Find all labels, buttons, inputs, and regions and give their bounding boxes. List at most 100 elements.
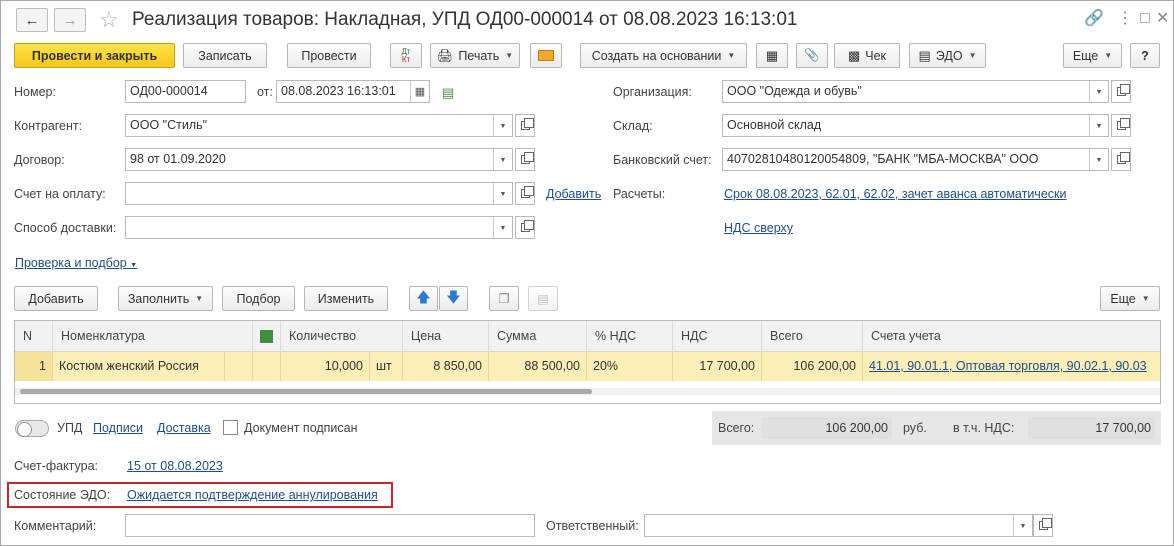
cell-n[interactable]: 1 [15,352,53,381]
edo-button[interactable]: ▤ ЭДО ▼ [909,43,986,68]
bank-account-field[interactable]: 40702810480120054809, "БАНК "МБА-МОСКВА"… [722,148,1109,171]
column-header-n[interactable]: N [15,321,53,352]
chevron-down-icon[interactable]: ▼ [1089,149,1108,170]
add-row-button[interactable]: Добавить [14,286,98,311]
cell-total[interactable]: 106 200,00 [762,352,863,381]
save-button[interactable]: Записать [183,43,267,68]
cell-quantity[interactable]: 10,000 [281,352,370,381]
open-bank-account-button[interactable] [1111,148,1131,171]
change-button[interactable]: Изменить [304,286,388,311]
cell-item[interactable]: Костюм женский Россия [53,352,225,381]
open-invoice-button[interactable] [515,182,535,205]
more-button[interactable]: Еще ▼ [1063,43,1122,68]
open-warehouse-button[interactable] [1111,114,1131,137]
dtkt-button[interactable]: Дт Кт [390,43,422,68]
warehouse-field[interactable]: Основной склад ▼ [722,114,1109,137]
edo-state-link[interactable]: Ожидается подтверждение аннулирования [127,488,378,502]
add-invoice-link[interactable]: Добавить [546,187,601,201]
post-and-close-button[interactable]: Провести и закрыть [14,43,175,68]
invoice-field[interactable]: ▼ [125,182,513,205]
print-button[interactable]: 🖨 Печать ▼ [430,43,520,68]
number-field[interactable]: ОД00-000014 [125,80,246,103]
cell-price[interactable]: 8 850,00 [403,352,489,381]
chevron-down-icon[interactable]: ▼ [1089,81,1108,102]
scrollbar-thumb[interactable] [20,389,592,394]
horizontal-scrollbar[interactable] [15,388,1160,395]
vat-mode-link[interactable]: НДС сверху [724,221,793,235]
calendar-icon[interactable]: ▦ [410,81,429,102]
chevron-down-icon: ▼ [968,51,977,60]
upd-toggle[interactable] [15,420,49,437]
close-icon[interactable]: ✕ [1156,10,1169,28]
signatures-link[interactable]: Подписи [93,421,143,435]
cell-item-extra[interactable] [225,352,253,381]
column-header-item[interactable]: Номенклатура [53,321,253,352]
open-responsible-button[interactable] [1033,514,1053,537]
chevron-down-icon[interactable]: ▼ [1013,515,1032,536]
attach-button[interactable]: 📎 [796,43,828,68]
open-organization-button[interactable] [1111,80,1131,103]
column-header-sum[interactable]: Сумма [489,321,587,352]
paste-rows-button[interactable]: ▤ [528,286,558,311]
organization-field[interactable]: ООО "Одежда и обувь" ▼ [722,80,1109,103]
more-menu-icon[interactable]: ⋮ [1117,10,1133,28]
chevron-down-icon[interactable]: ▼ [493,115,512,136]
column-header-price[interactable]: Цена [403,321,489,352]
counterparty-field[interactable]: ООО "Стиль" ▼ [125,114,513,137]
cell-unit[interactable]: шт [370,352,403,381]
open-delivery-button[interactable] [515,216,535,239]
cell-vat[interactable]: 17 700,00 [673,352,762,381]
open-contract-button[interactable] [515,148,535,171]
fill-button[interactable]: Заполнить ▼ [118,286,213,311]
comment-label: Комментарий: [14,519,97,533]
date-field[interactable]: 08.08.2023 16:13:01 ▦ [276,80,430,103]
receipt-button[interactable]: ▩ Чек [834,43,900,68]
structure-button[interactable]: ▦ [756,43,788,68]
post-button[interactable]: Провести [287,43,371,68]
cell-marking[interactable] [253,352,281,381]
add-row-label: Добавить [28,291,84,306]
table-more-button[interactable]: Еще ▼ [1100,286,1160,311]
organization-label: Организация: [613,85,692,99]
column-header-accounts[interactable]: Счета учета [863,321,1160,352]
column-header-quantity[interactable]: Количество [281,321,403,352]
settlements-link[interactable]: Срок 08.08.2023, 62.01, 62.02, зачет ава… [724,187,1066,201]
column-header-vat[interactable]: НДС [673,321,762,352]
document-signed-checkbox[interactable] [223,420,238,435]
chevron-down-icon[interactable]: ▼ [493,149,512,170]
move-down-button[interactable]: 🡇 [439,286,468,311]
chevron-down-icon[interactable]: ▼ [493,217,512,238]
chevron-down-icon[interactable]: ▼ [1089,115,1108,136]
contract-field[interactable]: 98 от 01.09.2020 ▼ [125,148,513,171]
link-icon[interactable]: 🔗 [1084,10,1104,28]
column-header-vat-rate[interactable]: % НДС [587,321,673,352]
column-header-total[interactable]: Всего [762,321,863,352]
cell-vat-rate[interactable]: 20% [587,352,673,381]
delivery-link[interactable]: Доставка [157,421,211,435]
favorite-star-icon[interactable]: ☆ [99,7,119,33]
cell-accounts-link[interactable]: 41.01, 90.01.1, Оптовая торговля, 90.02.… [863,352,1160,381]
totals-panel: Всего: 106 200,00 руб. в т.ч. НДС: 17 70… [712,411,1161,445]
forward-button[interactable]: → [54,8,86,32]
maximize-icon[interactable]: □ [1140,10,1150,28]
copy-rows-button[interactable]: ❐ [489,286,519,311]
comment-field[interactable] [125,514,535,537]
responsible-field[interactable]: ▼ [644,514,1033,537]
check-and-pick-link[interactable]: Проверка и подбор ▼ [15,256,137,270]
help-button[interactable]: ? [1130,43,1160,68]
pick-button[interactable]: Подбор [222,286,295,311]
create-based-on-button[interactable]: Создать на основании ▼ [580,43,747,68]
upd-label: УПД [57,421,83,435]
open-icon [1038,518,1052,530]
chevron-down-icon[interactable]: ▼ [493,183,512,204]
document-check-icon[interactable]: ▤ [442,85,454,101]
back-button[interactable]: ← [16,8,48,32]
column-header-marking[interactable] [253,321,281,352]
email-button[interactable] [530,43,562,68]
post-and-close-label: Провести и закрыть [31,48,158,63]
delivery-field[interactable]: ▼ [125,216,513,239]
open-counterparty-button[interactable] [515,114,535,137]
cell-sum[interactable]: 88 500,00 [489,352,587,381]
invoice-doc-link[interactable]: 15 от 08.08.2023 [127,459,223,473]
move-up-button[interactable]: 🡅 [409,286,438,311]
